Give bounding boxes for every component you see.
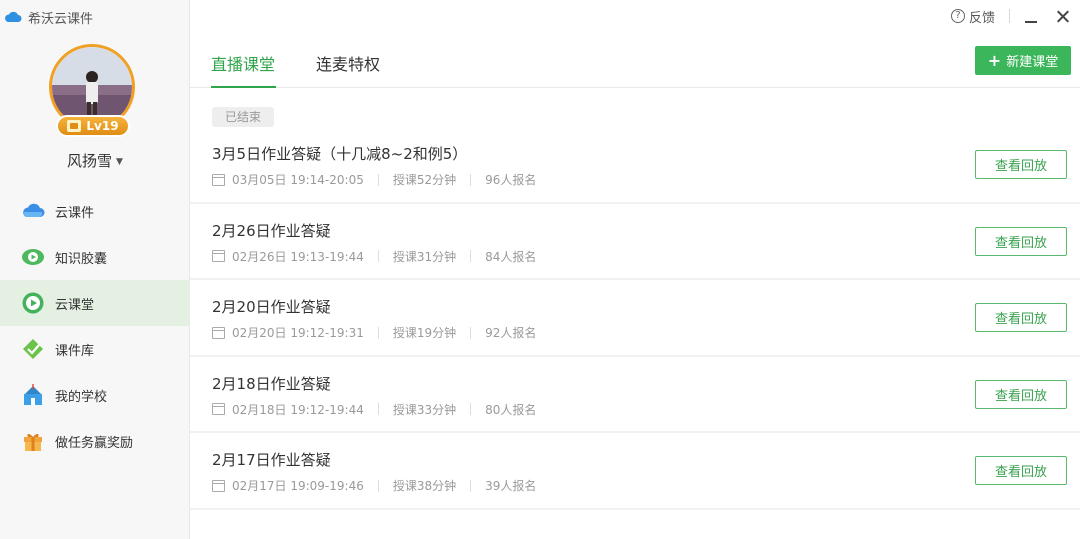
level-crest-icon: [67, 120, 82, 132]
sidebar-nav: 云课件 知识胶囊 云课堂 课件库 我的学校 做任务赢奖励: [0, 188, 190, 464]
classroom-signups: 84人报名: [485, 249, 537, 264]
feedback-label: 反馈: [968, 10, 995, 26]
app-title: 希沃云课件: [4, 7, 93, 27]
new-classroom-label: 新建课堂: [1006, 55, 1059, 70]
new-classroom-button[interactable]: + 新建课堂: [975, 46, 1071, 75]
divider: [470, 326, 472, 339]
view-replay-button[interactable]: 查看回放: [975, 150, 1067, 179]
classroom-time: 02月26日 19:13-19:44: [232, 249, 364, 264]
school-icon: [21, 383, 45, 407]
divider: [470, 173, 472, 186]
divider: [377, 479, 379, 492]
classroom-signups: 92人报名: [485, 326, 537, 340]
classroom-meta: 02月17日 19:09-19:46 授课38分钟 39人报名: [212, 477, 536, 494]
level-badge: Lv19: [56, 115, 130, 137]
sidebar-item-label: 云课堂: [55, 297, 95, 313]
sidebar-item-cloud-courseware[interactable]: 云课件: [0, 188, 190, 234]
status-badge: 已结束: [212, 107, 275, 127]
classroom-title: 2月18日作业答疑: [212, 374, 331, 393]
username-text: 风扬雪: [67, 152, 113, 170]
list-item: 2月20日作业答疑 02月20日 19:12-19:31 授课19分钟 92人报…: [190, 280, 1080, 357]
classroom-signups: 80人报名: [485, 402, 537, 417]
classroom-meta: 02月26日 19:13-19:44 授课31分钟 84人报名: [212, 248, 536, 265]
classroom-duration: 授课38分钟: [392, 479, 457, 493]
sidebar-item-knowledge-capsule[interactable]: 知识胶囊: [0, 234, 190, 280]
classroom-list: 3月5日作业答疑（十几减8~2和例5） 03月05日 19:14-20:05 授…: [190, 127, 1080, 510]
classroom-title: 3月5日作业答疑（十几减8~2和例5）: [212, 145, 468, 163]
divider: [470, 250, 472, 262]
list-item: 2月26日作业答疑 02月26日 19:13-19:44 授课31分钟 84人报…: [190, 204, 1080, 280]
classroom-title: 2月26日作业答疑: [212, 221, 331, 240]
sidebar-item-my-school[interactable]: 我的学校: [0, 372, 190, 418]
classroom-title: 2月17日作业答疑: [212, 451, 331, 469]
divider: [377, 326, 379, 339]
app-title-text: 希沃云课件: [28, 11, 94, 27]
username-dropdown[interactable]: 风扬雪 ▼: [0, 150, 190, 171]
calendar-icon: [212, 326, 225, 339]
divider: [470, 403, 472, 415]
minimize-button[interactable]: [1024, 6, 1038, 26]
caret-down-icon: ▼: [116, 156, 123, 167]
classroom-meta: 03月05日 19:14-20:05 授课52分钟 96人报名: [212, 171, 536, 188]
classroom-time: 02月20日 19:12-19:31: [232, 326, 364, 340]
sidebar-item-label: 课件库: [55, 343, 95, 359]
cloud-icon: [21, 199, 45, 223]
sidebar: 希沃云课件 Lv19 风扬雪 ▼ 云课件 知识胶囊 云课堂 课件库 我的学校 做…: [0, 0, 190, 539]
classroom-signups: 96人报名: [485, 173, 537, 187]
classroom-time: 03月05日 19:14-20:05: [232, 173, 364, 187]
classroom-duration: 授课31分钟: [392, 249, 457, 264]
classroom-time: 02月18日 19:12-19:44: [232, 402, 364, 417]
tab-bar: 直播课堂 连麦特权 + 新建课堂: [190, 40, 1080, 88]
sidebar-item-tasks-rewards[interactable]: 做任务赢奖励: [0, 418, 190, 464]
sidebar-item-cloud-classroom[interactable]: 云课堂: [0, 280, 190, 326]
capsule-icon: [21, 245, 45, 269]
view-replay-button[interactable]: 查看回放: [975, 456, 1067, 485]
gift-icon: [21, 429, 45, 453]
calendar-icon: [212, 250, 225, 262]
list-item: 2月18日作业答疑 02月18日 19:12-19:44 授课33分钟 80人报…: [190, 357, 1080, 433]
tab-live-classroom[interactable]: 直播课堂: [211, 51, 276, 88]
view-replay-button[interactable]: 查看回放: [975, 303, 1067, 332]
window-controls: ? 反馈: [950, 6, 1070, 26]
calendar-icon: [212, 479, 225, 492]
classroom-duration: 授课52分钟: [392, 173, 457, 187]
cloud-icon: [5, 11, 22, 22]
sidebar-item-courseware-library[interactable]: 课件库: [0, 326, 190, 372]
calendar-icon: [212, 173, 225, 186]
feedback-button[interactable]: ? 反馈: [950, 7, 995, 26]
tab-mic-privilege[interactable]: 连麦特权: [316, 51, 380, 87]
play-circle-icon: [21, 291, 45, 315]
classroom-time: 02月17日 19:09-19:46: [232, 479, 364, 493]
classroom-duration: 授课33分钟: [392, 402, 457, 417]
question-icon: ?: [950, 9, 965, 23]
classroom-meta: 02月18日 19:12-19:44 授课33分钟 80人报名: [212, 401, 536, 418]
plus-icon: +: [987, 51, 1002, 70]
divider: [377, 173, 379, 186]
classroom-meta: 02月20日 19:12-19:31 授课19分钟 92人报名: [212, 324, 536, 341]
view-replay-button[interactable]: 查看回放: [975, 379, 1067, 409]
divider: [377, 250, 379, 262]
divider: [470, 479, 472, 492]
sidebar-item-label: 云课件: [55, 205, 95, 221]
view-replay-button[interactable]: 查看回放: [975, 226, 1067, 256]
calendar-icon: [212, 403, 225, 415]
classroom-signups: 39人报名: [485, 479, 537, 493]
close-button[interactable]: [1056, 6, 1070, 26]
sidebar-item-label: 我的学校: [55, 389, 108, 405]
divider: [377, 403, 379, 415]
library-icon: [21, 337, 45, 361]
sidebar-item-label: 知识胶囊: [55, 251, 108, 267]
level-text: Lv19: [86, 119, 119, 133]
list-item: 2月17日作业答疑 02月17日 19:09-19:46 授课38分钟 39人报…: [190, 433, 1080, 510]
classroom-title: 2月20日作业答疑: [212, 298, 331, 316]
sidebar-item-label: 做任务赢奖励: [55, 435, 134, 451]
classroom-duration: 授课19分钟: [392, 326, 457, 340]
divider: [1009, 9, 1010, 23]
list-item: 3月5日作业答疑（十几减8~2和例5） 03月05日 19:14-20:05 授…: [190, 127, 1080, 204]
